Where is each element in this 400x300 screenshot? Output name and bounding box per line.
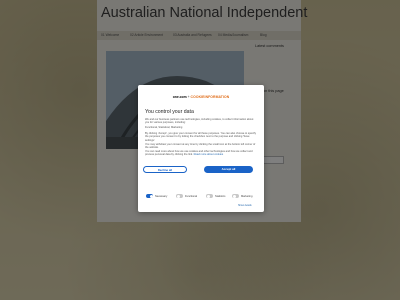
consent-title: You control your data xyxy=(145,109,194,115)
toggle-functional[interactable]: Functional xyxy=(176,193,197,199)
toggle-label: Statistics xyxy=(215,194,226,198)
cookieinformation-logo: COOKIEINFORMATION xyxy=(190,95,230,99)
toggle-label: Marketing xyxy=(241,194,253,198)
consent-logo: one.com + COOKIEINFORMATION xyxy=(138,95,264,99)
consent-body: We and our business partners use technol… xyxy=(145,118,254,125)
consent-toggles: Necessary Functional Statistics Marketin… xyxy=(146,193,262,199)
toggle-switch[interactable] xyxy=(176,194,183,198)
logo-plus: + xyxy=(187,95,190,99)
toggle-label: Necessary xyxy=(155,194,168,198)
toggle-marketing[interactable]: Marketing xyxy=(232,193,252,199)
decline-all-button[interactable]: Decline all xyxy=(143,166,187,173)
toggle-switch[interactable] xyxy=(206,194,213,198)
toggle-statistics[interactable]: Statistics xyxy=(206,193,225,199)
consent-purposes: Functional, Statistical, Marketing xyxy=(145,126,183,129)
accept-all-button[interactable]: Accept all xyxy=(204,166,253,173)
read-more-link[interactable]: Read more about cookies xyxy=(194,153,224,156)
consent-detail: By clicking 'Accept', you give your cons… xyxy=(145,132,256,142)
consent-more: You can read more about how we use cooki… xyxy=(145,150,257,157)
toggle-necessary[interactable]: Necessary xyxy=(146,193,167,199)
toggle-switch[interactable] xyxy=(232,194,239,198)
onecom-logo: one.com xyxy=(172,95,187,99)
toggle-label: Functional xyxy=(185,194,197,198)
toggle-switch[interactable] xyxy=(146,194,153,198)
show-details-link[interactable]: Show details xyxy=(238,204,252,207)
consent-withdraw: You may withdraw your consent at any tim… xyxy=(145,143,256,150)
